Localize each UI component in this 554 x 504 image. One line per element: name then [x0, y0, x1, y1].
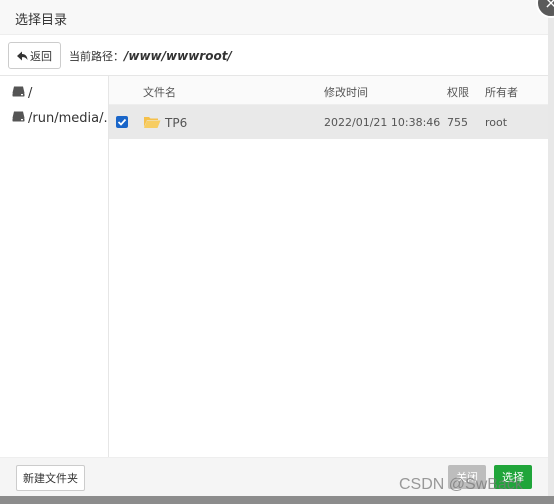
column-header-owner[interactable]: 所有者 — [485, 84, 518, 100]
back-button-label: 返回 — [30, 49, 52, 63]
toolbar: 返回 当前路径：/www/wwwroot/ — [0, 35, 548, 75]
dialog-header: 选择目录 — [0, 0, 548, 35]
row-checkbox[interactable] — [116, 116, 128, 128]
window-bottom-edge — [0, 496, 554, 504]
current-path-label: 当前路径： — [69, 50, 124, 63]
sidebar-item-label: /run/media/... — [28, 111, 116, 126]
current-path-value: /www/wwwroot/ — [124, 49, 232, 63]
select-directory-dialog: 选择目录 返回 当前路径：/www/wwwroot/ / /run/media/… — [0, 0, 548, 496]
watermark: CSDN @SwBack — [399, 476, 523, 493]
directory-sidebar: / /run/media/... — [0, 75, 116, 458]
column-header-permission[interactable]: 权限 — [447, 84, 469, 100]
back-button[interactable]: 返回 — [8, 42, 61, 69]
file-name[interactable]: TP6 — [165, 116, 187, 130]
window-right-edge — [548, 0, 554, 504]
file-modified: 2022/01/21 10:38:46 — [324, 116, 441, 129]
drive-icon — [12, 86, 25, 101]
sidebar-item-root[interactable]: / — [12, 86, 32, 101]
column-header-name[interactable]: 文件名 — [143, 84, 176, 100]
current-path: 当前路径：/www/wwwroot/ — [69, 48, 232, 64]
sidebar-item-run-media[interactable]: /run/media/... — [12, 111, 116, 126]
folder-icon — [143, 115, 161, 132]
file-permission: 755 — [447, 116, 468, 129]
drive-icon — [12, 111, 25, 126]
file-table: 文件名 修改时间 权限 所有者 TP6 2022/01/21 10:38:46 … — [109, 75, 548, 458]
table-header: 文件名 修改时间 权限 所有者 — [109, 76, 548, 105]
sidebar-item-label: / — [28, 86, 33, 101]
file-owner: root — [485, 116, 508, 129]
column-header-modified[interactable]: 修改时间 — [324, 84, 368, 100]
table-row[interactable]: TP6 2022/01/21 10:38:46 755 root — [109, 105, 548, 139]
new-folder-button[interactable]: 新建文件夹 — [16, 465, 85, 491]
dialog-title: 选择目录 — [15, 13, 68, 28]
back-arrow-icon — [17, 51, 28, 61]
